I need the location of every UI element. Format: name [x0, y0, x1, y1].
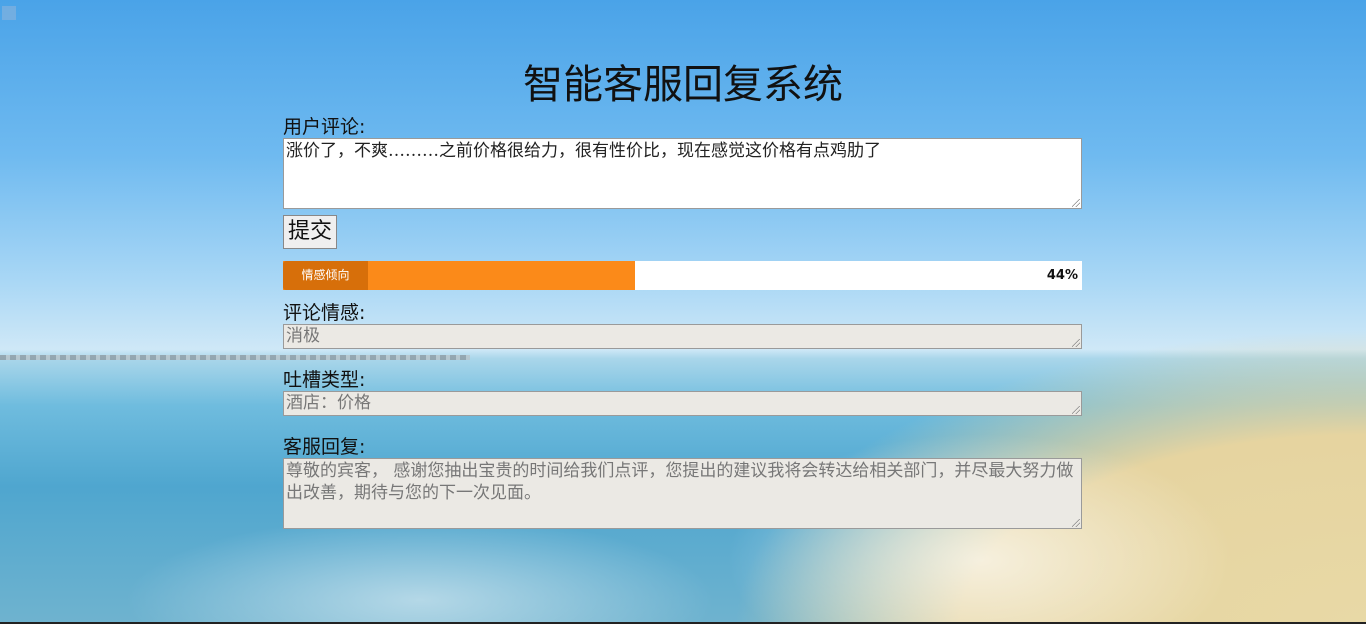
submit-button[interactable]: 提交	[283, 215, 337, 249]
sentiment-progress-bar: 情感倾向 44%	[283, 261, 1082, 290]
corner-icon	[2, 6, 16, 20]
page-title: 智能客服回复系统	[523, 62, 843, 108]
reply-textarea[interactable]: 尊敬的宾客， 感谢您抽出宝贵的时间给我们点评，您提出的建议我将会转达给相关部门，…	[283, 458, 1082, 529]
complaint-label: 吐槽类型:	[283, 369, 366, 391]
complaint-text: 酒店：价格	[286, 393, 371, 413]
progress-tag: 情感倾向	[283, 261, 368, 290]
sentiment-label: 评论情感:	[283, 302, 366, 324]
reply-text: 尊敬的宾客， 感谢您抽出宝贵的时间给我们点评，您提出的建议我将会转达给相关部门，…	[286, 461, 1074, 503]
resize-grip-icon[interactable]	[1072, 339, 1080, 347]
progress-percent: 44%	[1046, 268, 1078, 283]
sentiment-field[interactable]: 消极	[283, 324, 1082, 349]
reply-label: 客服回复:	[283, 436, 366, 458]
sentiment-text: 消极	[286, 326, 320, 346]
form-container: 用户评论: 涨价了，不爽………之前价格很给力，很有性价比，现在感觉这价格有点鸡肋…	[283, 116, 1082, 529]
comment-text: 涨价了，不爽………之前价格很给力，很有性价比，现在感觉这价格有点鸡肋了	[286, 141, 881, 161]
comment-label: 用户评论:	[283, 116, 366, 138]
resize-grip-icon[interactable]	[1072, 406, 1080, 414]
comment-textarea[interactable]: 涨价了，不爽………之前价格很给力，很有性价比，现在感觉这价格有点鸡肋了	[283, 138, 1082, 209]
resize-grip-icon[interactable]	[1072, 199, 1080, 207]
resize-grip-icon[interactable]	[1072, 519, 1080, 527]
complaint-field[interactable]: 酒店：价格	[283, 391, 1082, 416]
